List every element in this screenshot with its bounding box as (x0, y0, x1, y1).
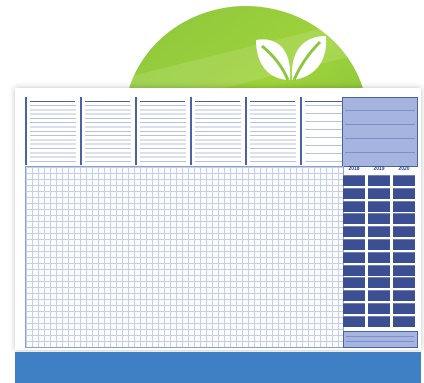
month-block (393, 264, 415, 276)
info-box (342, 97, 418, 167)
month-block (343, 239, 365, 250)
day-column (190, 97, 244, 165)
month-block (343, 303, 365, 314)
month-block (393, 213, 415, 225)
month-block (368, 277, 390, 289)
month-grid (343, 175, 416, 330)
month-row (343, 315, 416, 327)
month-row (343, 175, 416, 186)
day-column (245, 97, 299, 165)
month-block (393, 187, 415, 199)
brand-logo (401, 92, 415, 100)
year-calendar-panel: 2018 2019 2020 (343, 166, 416, 330)
desk-pad: 2018 2019 2020 (15, 88, 421, 350)
month-row (343, 303, 416, 314)
month-block (368, 200, 390, 212)
month-row (343, 290, 416, 302)
day-column (25, 97, 79, 165)
month-block (368, 187, 390, 199)
year-label: 2018 (348, 166, 360, 172)
month-block (368, 290, 390, 302)
month-block (393, 239, 415, 250)
month-block (393, 226, 415, 238)
year-label: 2020 (398, 166, 410, 172)
month-block (343, 213, 365, 225)
bottom-bar (15, 352, 421, 383)
month-row (343, 239, 416, 250)
month-block (393, 303, 415, 314)
month-block (343, 290, 365, 302)
month-row (343, 200, 416, 212)
year-label: 2019 (373, 166, 385, 172)
month-block (393, 200, 415, 212)
month-block (368, 303, 390, 314)
month-block (343, 315, 365, 327)
month-block (368, 213, 390, 225)
month-block (343, 187, 365, 199)
month-row (343, 187, 416, 199)
month-block (368, 251, 390, 263)
month-block (343, 175, 365, 186)
month-block (343, 251, 365, 263)
day-column (135, 97, 189, 165)
month-block (393, 251, 415, 263)
month-block (393, 175, 415, 186)
month-row (343, 251, 416, 263)
month-block (343, 264, 365, 276)
leaf-icon (256, 36, 327, 81)
month-block (343, 200, 365, 212)
month-block (393, 290, 415, 302)
month-block (368, 315, 390, 327)
month-block (393, 277, 415, 289)
footer-strip (343, 331, 418, 348)
month-block (393, 315, 415, 327)
month-block (343, 226, 365, 238)
month-block (368, 239, 390, 250)
grid-notes-area (25, 166, 344, 348)
month-block (368, 226, 390, 238)
month-block (343, 277, 365, 289)
month-row (343, 277, 416, 289)
month-row (343, 264, 416, 276)
day-column (80, 97, 134, 165)
month-block (368, 175, 390, 186)
month-block (368, 264, 390, 276)
month-row (343, 213, 416, 225)
week-header (25, 97, 355, 165)
month-row (343, 226, 416, 238)
